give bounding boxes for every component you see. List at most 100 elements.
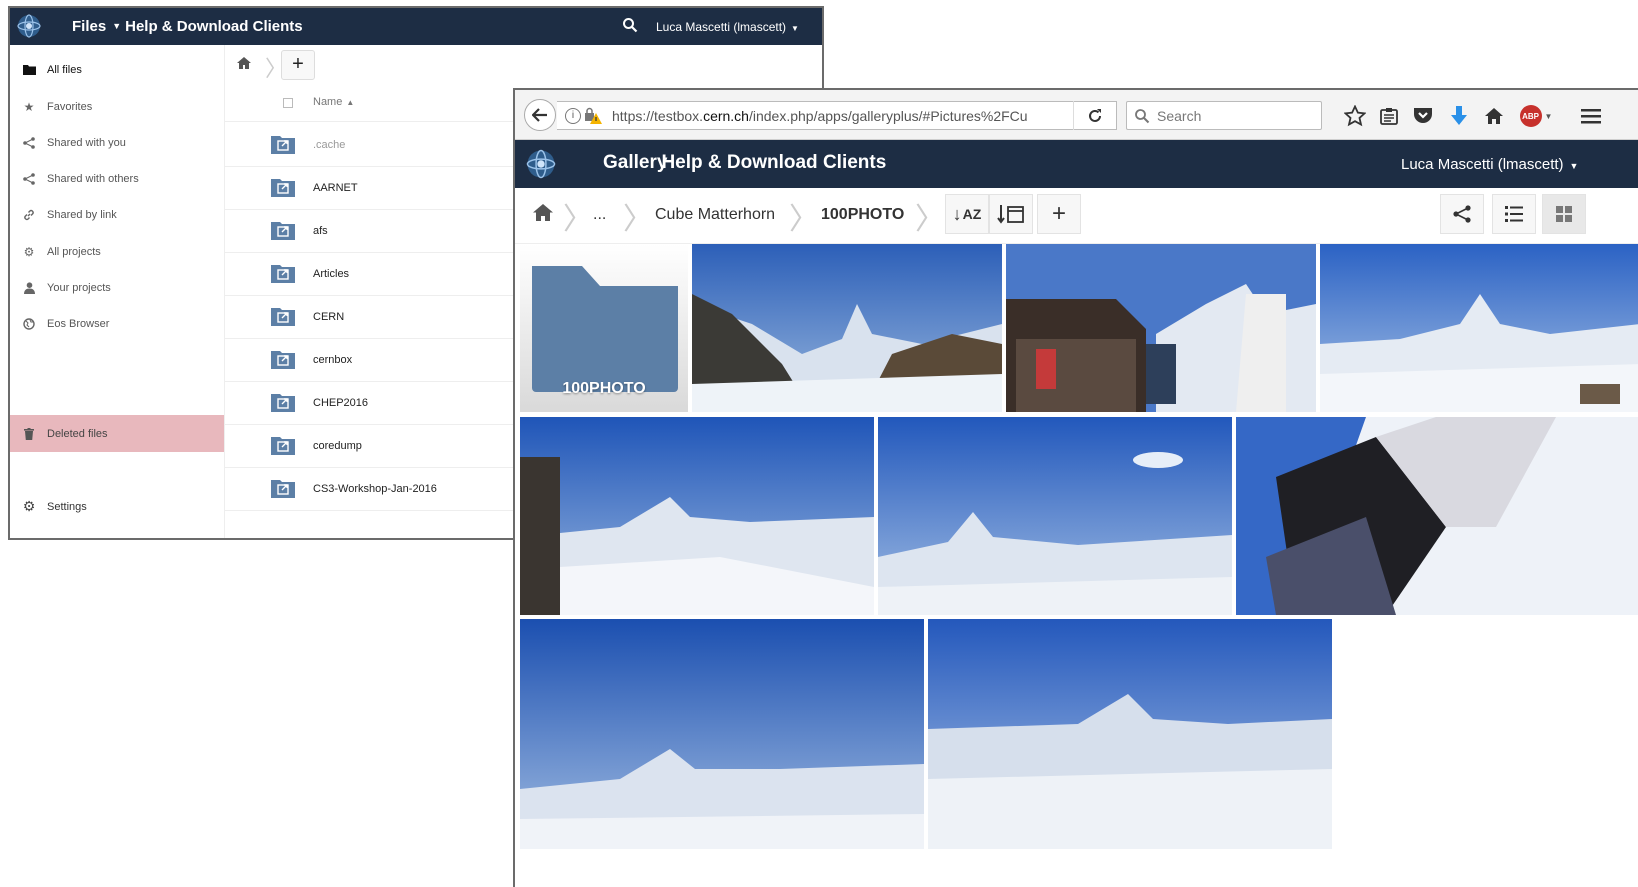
photo-thumbnail[interactable] — [1236, 417, 1638, 615]
sidebar-item-shared-by-link[interactable]: Shared by link — [10, 196, 224, 233]
shared-folder-icon — [271, 351, 295, 369]
folder-icon — [22, 63, 36, 77]
user-icon — [22, 281, 36, 295]
list-view-button[interactable] — [1492, 194, 1536, 234]
file-name[interactable]: .cache — [313, 139, 345, 151]
search-icon[interactable] — [622, 17, 638, 33]
info-icon[interactable]: i — [565, 108, 581, 124]
settings-button[interactable]: ⚙ Settings — [10, 488, 224, 525]
reload-button[interactable] — [1073, 101, 1115, 130]
url-text[interactable]: https://testbox.cern.ch/index.php/apps/g… — [612, 108, 1082, 124]
shared-folder-icon — [271, 136, 295, 154]
photo-thumbnail[interactable] — [1320, 244, 1638, 412]
sidebar-item-label: Deleted files — [47, 427, 108, 440]
sort-by-name-button[interactable]: Name ▲ — [313, 96, 354, 108]
downloads-button[interactable] — [1446, 103, 1472, 129]
user-menu[interactable]: Luca Mascetti (lmascett) ▼ — [656, 20, 799, 34]
back-button[interactable] — [524, 99, 556, 131]
sidebar-item-all-projects[interactable]: ⚙ All projects — [10, 233, 224, 270]
breadcrumb-separator-icon: 〉 — [915, 203, 945, 236]
browser-search-input[interactable]: Search — [1126, 101, 1322, 130]
file-name[interactable]: Articles — [313, 268, 349, 280]
photo-thumbnail[interactable] — [520, 619, 924, 849]
home-icon[interactable] — [533, 204, 553, 221]
search-placeholder: Search — [1157, 108, 1202, 124]
home-icon — [1485, 108, 1503, 124]
sidebar-item-your-projects[interactable]: Your projects — [10, 269, 224, 306]
sidebar-item-deleted-files[interactable]: Deleted files — [10, 415, 224, 452]
breadcrumb-cube-matterhorn[interactable]: Cube Matterhorn — [655, 206, 775, 224]
sort-by-date-button[interactable] — [989, 194, 1033, 234]
file-name[interactable]: coredump — [313, 440, 362, 452]
gallery-header: GalleryHelp & Download Clients Luca Masc… — [515, 140, 1638, 188]
sidebar-item-label: Your projects — [47, 281, 111, 294]
album-folder-tile[interactable]: 100PHOTO — [520, 244, 688, 412]
file-name[interactable]: CHEP2016 — [313, 397, 368, 409]
file-name[interactable]: AARNET — [313, 182, 358, 194]
photo-thumbnail[interactable] — [692, 244, 1002, 412]
home-icon[interactable] — [237, 57, 251, 69]
breadcrumb-separator-icon: 〉 — [789, 203, 819, 236]
breadcrumb-separator-icon: 〉 — [623, 203, 653, 236]
sidebar-item-shared-with-you[interactable]: Shared with you — [10, 124, 224, 161]
bookmark-star-button[interactable] — [1342, 103, 1368, 129]
sidebar-item-label: Shared by link — [47, 208, 117, 221]
url-prefix: https://testbox. — [612, 108, 704, 124]
sidebar-item-all-files[interactable]: All files — [10, 51, 224, 88]
sidebar-item-label: All files — [47, 63, 82, 76]
user-menu[interactable]: Luca Mascetti (lmascett) ▼ — [1401, 156, 1578, 173]
shared-folder-icon — [271, 437, 295, 455]
photo-image — [878, 417, 1232, 615]
file-name[interactable]: CERN — [313, 311, 344, 323]
sidebar-item-eos-browser[interactable]: Eos Browser — [10, 305, 224, 342]
select-all-checkbox[interactable] — [283, 98, 293, 108]
home-button[interactable] — [1481, 103, 1507, 129]
file-name[interactable]: CS3-Workshop-Jan-2016 — [313, 483, 437, 495]
clipboard-icon — [1380, 108, 1398, 125]
share-button[interactable] — [1440, 194, 1484, 234]
breadcrumb-separator-icon: 〉 — [563, 203, 593, 236]
reading-list-button[interactable] — [1376, 103, 1402, 129]
new-button[interactable]: + — [281, 50, 315, 80]
photo-image — [1006, 244, 1316, 412]
sort-asc-icon: ▲ — [346, 98, 355, 107]
chevron-down-icon: ▼ — [112, 21, 122, 31]
sidebar-item-shared-with-others[interactable]: Shared with others — [10, 160, 224, 197]
album-folder-label: 100PHOTO — [562, 380, 646, 397]
pocket-button[interactable] — [1410, 103, 1436, 129]
app-name: Gallery — [603, 152, 668, 173]
photo-thumbnail[interactable] — [928, 619, 1332, 849]
app-name: Files — [72, 18, 107, 35]
menu-button[interactable] — [1578, 103, 1604, 129]
photo-thumbnail[interactable] — [1006, 244, 1316, 412]
sidebar-item-favorites[interactable]: ★ Favorites — [10, 88, 224, 125]
owncloud-logo-icon[interactable] — [525, 148, 557, 180]
arrow-left-icon — [532, 108, 547, 122]
app-menu-button[interactable]: GalleryHelp & Download Clients — [603, 152, 886, 174]
browser-window: i https://testbox.cern.ch/index.php/apps… — [513, 88, 1638, 887]
column-name-label: Name — [313, 96, 343, 108]
adblock-button[interactable]: ABP ▼ — [1518, 103, 1554, 129]
file-name[interactable]: cernbox — [313, 354, 352, 366]
breadcrumb: 〉 + — [225, 45, 822, 82]
photo-image — [692, 244, 1002, 412]
sort-by-name-button[interactable]: ↓ AZ — [945, 194, 989, 234]
insecure-lock-warning-icon[interactable] — [584, 107, 602, 125]
photo-thumbnail[interactable] — [878, 417, 1232, 615]
reload-icon — [1088, 108, 1101, 122]
url-host: cern.ch — [703, 108, 749, 124]
add-button[interactable]: + — [1037, 194, 1081, 234]
sort-date-icon — [997, 205, 1024, 224]
owncloud-logo-icon[interactable] — [16, 13, 42, 39]
grid-view-button[interactable] — [1542, 194, 1586, 234]
photo-thumbnail[interactable] — [520, 417, 874, 615]
url-bar[interactable]: i https://testbox.cern.ch/index.php/apps… — [557, 101, 1117, 130]
breadcrumb-current-folder[interactable]: 100PHOTO — [821, 206, 904, 224]
browser-toolbar: i https://testbox.cern.ch/index.php/apps… — [515, 90, 1638, 140]
app-menu-button[interactable]: Files ▼ Help & Download Clients — [72, 18, 303, 35]
file-name[interactable]: afs — [313, 225, 328, 237]
share-icon — [1453, 205, 1471, 223]
shared-folder-icon — [271, 265, 295, 283]
sort-arrow-icon: ↓ — [952, 203, 962, 224]
breadcrumb-ellipsis[interactable]: ... — [593, 206, 606, 224]
